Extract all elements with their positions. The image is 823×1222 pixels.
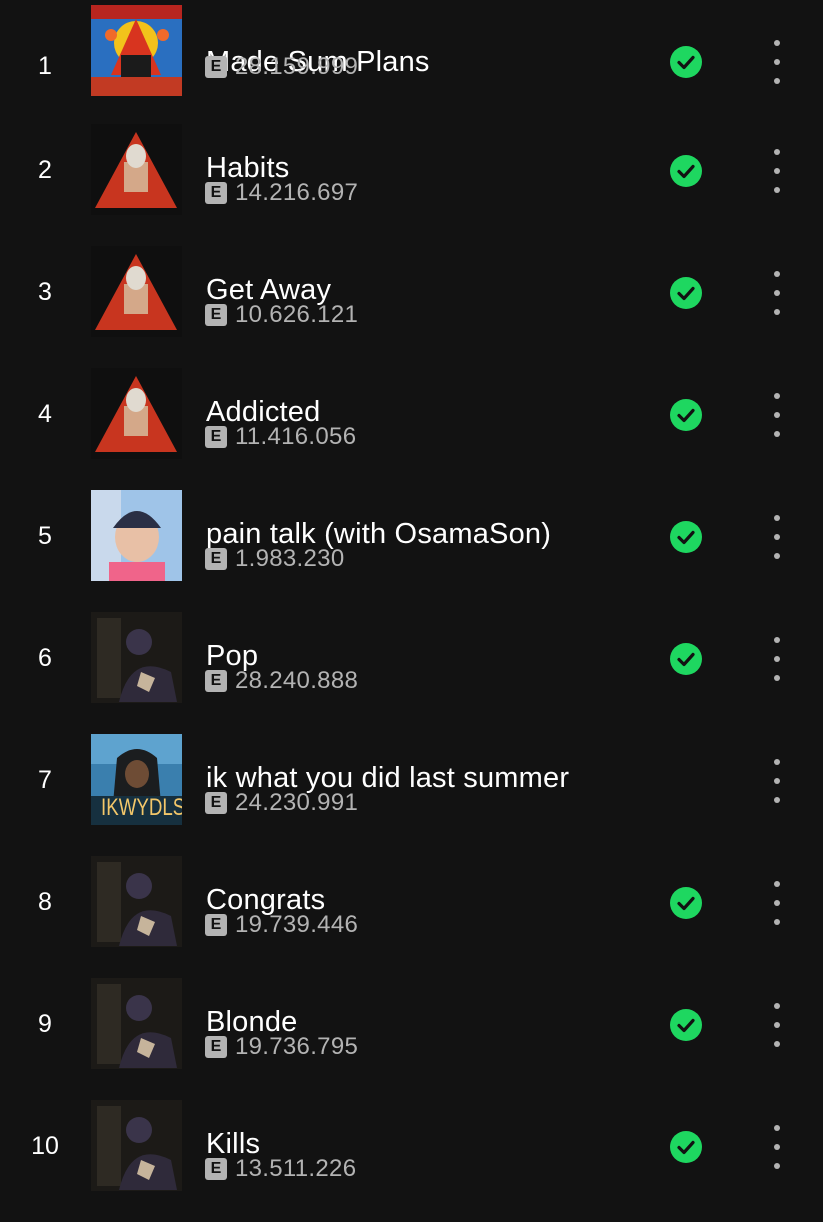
- album-cover-habits: [91, 124, 182, 215]
- check-circle-icon[interactable]: [670, 1009, 702, 1041]
- track-rank: 3: [38, 277, 52, 306]
- track-rank: 4: [38, 399, 52, 428]
- more-vertical-icon[interactable]: [762, 881, 792, 925]
- play-count: 28.240.888: [235, 667, 359, 694]
- check-circle-icon[interactable]: [670, 46, 702, 78]
- play-count: 28.159.999: [235, 53, 359, 80]
- explicit-badge: E: [205, 1036, 227, 1058]
- check-circle-icon[interactable]: [670, 399, 702, 431]
- play-count: 19.739.446: [235, 911, 359, 938]
- track-row[interactable]: 1 Made Sum Plans E 28.159.999: [0, 5, 823, 127]
- track-row[interactable]: 4 Addicted E 11.416.056: [0, 368, 823, 490]
- album-cover-congrats: [91, 856, 182, 947]
- more-vertical-icon[interactable]: [762, 149, 792, 193]
- album-cover-get-away: [91, 246, 182, 337]
- track-meta: E 28.159.999: [205, 53, 358, 81]
- cover-text: IKWYDLS: [101, 794, 182, 821]
- explicit-badge: E: [205, 548, 227, 570]
- explicit-badge: E: [205, 792, 227, 814]
- track-meta: E 28.240.888: [205, 667, 358, 695]
- track-row[interactable]: IKWYDLS 7 ik what you did last summer E …: [0, 734, 823, 856]
- track-meta: E 11.416.056: [205, 423, 356, 451]
- more-vertical-icon[interactable]: [762, 1003, 792, 1047]
- check-circle-icon[interactable]: [670, 643, 702, 675]
- more-vertical-icon[interactable]: [762, 40, 792, 84]
- play-count: 24.230.991: [235, 789, 359, 816]
- track-meta: E 19.739.446: [205, 911, 358, 939]
- track-row[interactable]: 10 Kills E 13.511.226: [0, 1100, 823, 1222]
- track-row[interactable]: 9 Blonde E 19.736.795: [0, 978, 823, 1100]
- more-vertical-icon[interactable]: [762, 759, 792, 803]
- check-circle-icon[interactable]: [670, 521, 702, 553]
- check-circle-icon[interactable]: [670, 1131, 702, 1163]
- track-rank: 9: [38, 1009, 52, 1038]
- track-row[interactable]: 6 Pop E 28.240.888: [0, 612, 823, 734]
- play-count: 10.626.121: [235, 301, 359, 328]
- album-cover-made-sum-plans: [91, 5, 182, 96]
- more-vertical-icon[interactable]: [762, 1125, 792, 1169]
- track-list: 1 Made Sum Plans E 28.159.999 2 Habits E: [0, 0, 823, 1200]
- track-row[interactable]: 8 Congrats E 19.739.446: [0, 856, 823, 978]
- album-cover-pop: [91, 612, 182, 703]
- more-vertical-icon[interactable]: [762, 393, 792, 437]
- album-cover-addicted: [91, 368, 182, 459]
- track-meta: E 1.983.230: [205, 545, 344, 573]
- check-circle-icon[interactable]: [670, 887, 702, 919]
- track-rank: 6: [38, 643, 52, 672]
- track-row[interactable]: 5 pain talk (with OsamaSon) E 1.983.230: [0, 490, 823, 612]
- play-count: 14.216.697: [235, 179, 359, 206]
- check-circle-icon[interactable]: [670, 155, 702, 187]
- play-count: 13.511.226: [235, 1155, 357, 1182]
- explicit-badge: E: [205, 914, 227, 936]
- play-count: 19.736.795: [235, 1033, 359, 1060]
- explicit-badge: E: [205, 304, 227, 326]
- track-rank: 7: [38, 765, 52, 794]
- track-rank: 10: [31, 1131, 59, 1160]
- track-meta: E 13.511.226: [205, 1155, 356, 1183]
- album-cover-pain-talk: [91, 490, 182, 581]
- play-count: 1.983.230: [235, 545, 345, 572]
- track-rank: 2: [38, 155, 52, 184]
- track-meta: E 14.216.697: [205, 179, 358, 207]
- explicit-badge: E: [205, 1158, 227, 1180]
- explicit-badge: E: [205, 426, 227, 448]
- album-cover-kills: [91, 1100, 182, 1191]
- more-vertical-icon[interactable]: [762, 515, 792, 559]
- explicit-badge: E: [205, 56, 227, 78]
- track-meta: E 19.736.795: [205, 1033, 358, 1061]
- track-rank: 8: [38, 887, 52, 916]
- check-circle-icon[interactable]: [670, 277, 702, 309]
- track-row[interactable]: 2 Habits E 14.216.697: [0, 124, 823, 246]
- track-rank: 5: [38, 521, 52, 550]
- track-meta: E 24.230.991: [205, 789, 358, 817]
- album-cover-ikwydls: IKWYDLS: [91, 734, 182, 825]
- track-row[interactable]: 3 Get Away E 10.626.121: [0, 246, 823, 368]
- explicit-badge: E: [205, 670, 227, 692]
- play-count: 11.416.056: [235, 423, 357, 450]
- explicit-badge: E: [205, 182, 227, 204]
- album-cover-blonde: [91, 978, 182, 1069]
- more-vertical-icon[interactable]: [762, 637, 792, 681]
- more-vertical-icon[interactable]: [762, 271, 792, 315]
- track-meta: E 10.626.121: [205, 301, 358, 329]
